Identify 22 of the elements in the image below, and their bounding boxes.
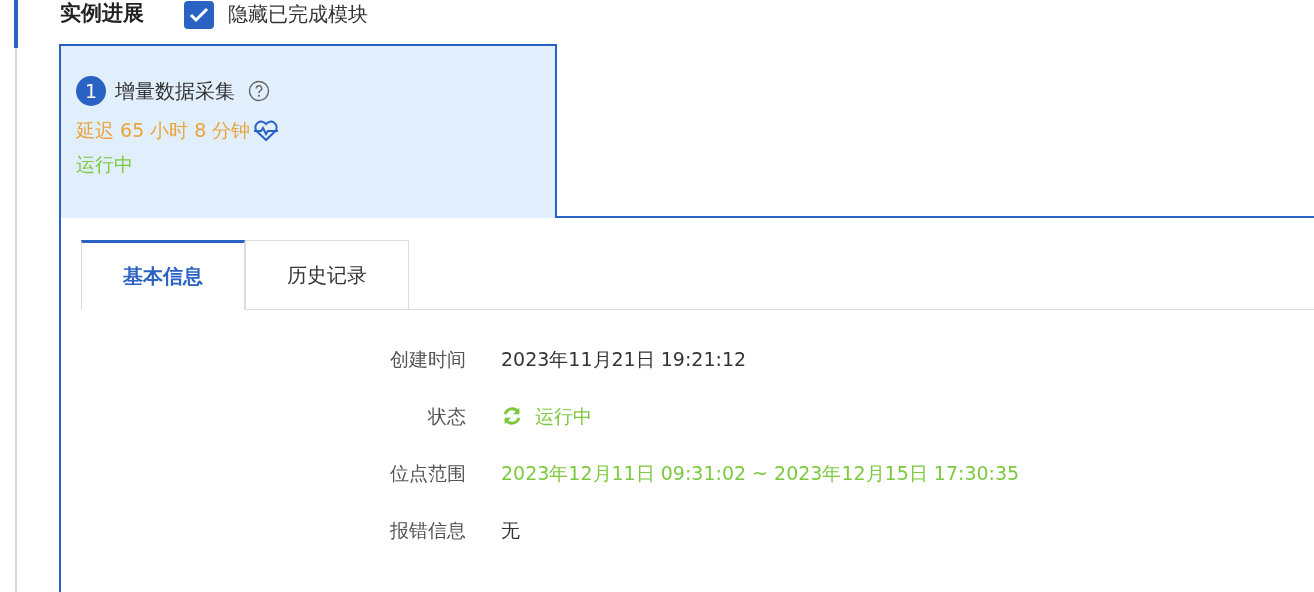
detail-label: 状态 <box>427 404 466 428</box>
section-title: 实例进展 <box>59 1 144 25</box>
delay-text: 延迟 65 小时 8 分钟 <box>76 118 251 143</box>
refresh-icon <box>501 405 523 427</box>
detail-value: 无 <box>501 518 521 542</box>
detail-value: 2023年11月21日 19:21:12 <box>501 347 748 371</box>
checkbox[interactable] <box>184 1 214 29</box>
checkbox-label[interactable]: 隐藏已完成模块 <box>228 1 368 27</box>
detail-label: 报错信息 <box>389 518 466 542</box>
step-badge: 1 <box>76 76 106 106</box>
detail-value: 2023年12月11日 09:31:02 ~ 2023年12月15日 17:30:35 <box>501 461 1020 485</box>
help-icon[interactable] <box>248 80 270 102</box>
module-name: 增量数据采集 <box>115 77 235 105</box>
heartbeat-icon <box>253 120 280 142</box>
checkmark-icon <box>189 7 209 23</box>
detail-label: 创建时间 <box>389 347 466 371</box>
detail-label: 位点范围 <box>389 461 466 485</box>
tab[interactable]: 历史记录 <box>245 240 409 310</box>
module-card[interactable]: 1 增量数据采集 延迟 65 小时 8 分钟 运行中 <box>59 44 557 218</box>
module-status: 运行中 <box>76 152 134 177</box>
tab[interactable]: 基本信息 <box>81 240 245 310</box>
detail-value: 运行中 <box>535 404 592 428</box>
